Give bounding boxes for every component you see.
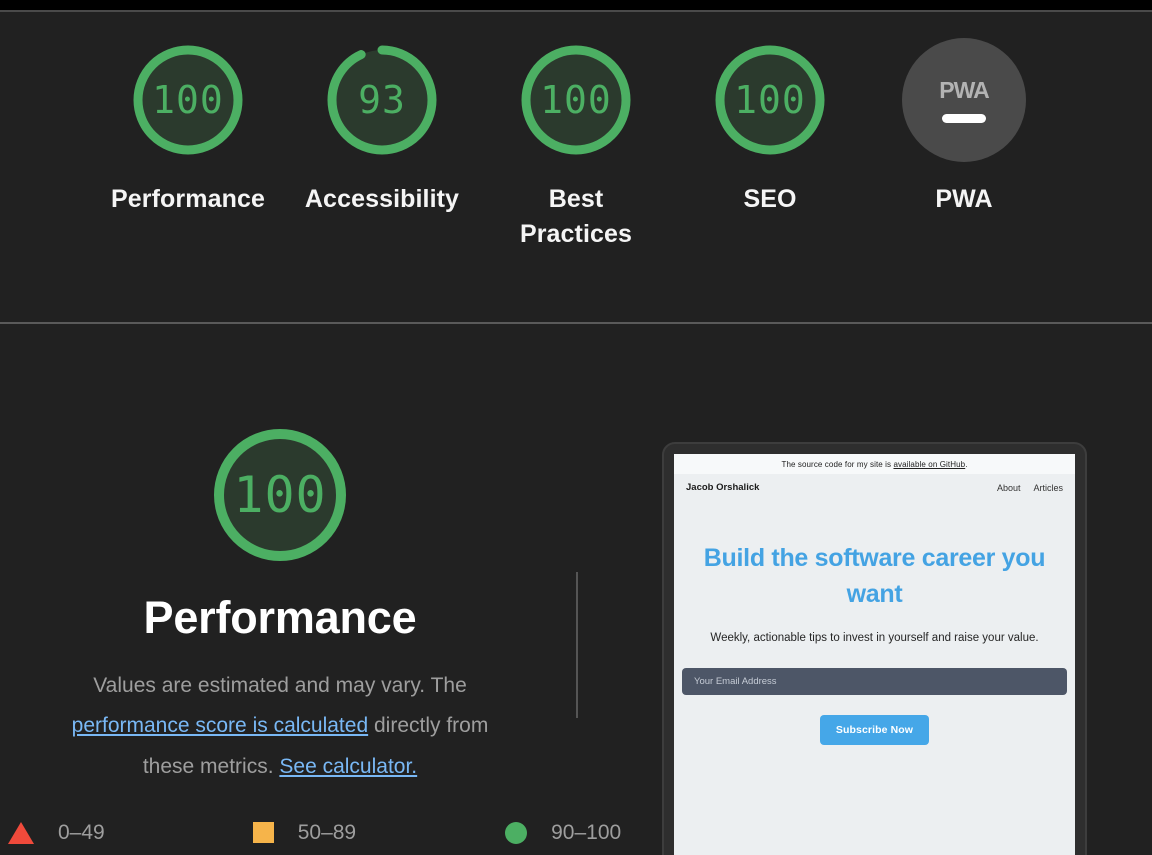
score-label-accessibility: Accessibility bbox=[304, 185, 460, 213]
preview-nav-links: About Articles bbox=[997, 483, 1063, 493]
legend-label-fail: 0–49 bbox=[58, 820, 105, 844]
score-category-accessibility[interactable]: 93 Accessibility bbox=[285, 38, 479, 217]
score-category-performance[interactable]: 100 Performance bbox=[91, 38, 285, 217]
score-legend: 0–49 50–89 90–100 bbox=[0, 810, 1152, 855]
preview-brand: Jacob Orshalick bbox=[686, 482, 760, 493]
score-label-best-practices: Best Practices bbox=[519, 185, 633, 248]
detail-gauge-value: 100 bbox=[233, 466, 327, 524]
window-top-bar bbox=[0, 0, 1152, 10]
preview-email-input[interactable]: Your Email Address bbox=[682, 668, 1067, 695]
triangle-icon bbox=[8, 821, 34, 844]
detail-gauge-performance: 100 bbox=[205, 420, 355, 570]
gauge-seo: 100 bbox=[708, 38, 832, 162]
legend-label-pass: 90–100 bbox=[551, 820, 622, 844]
preview-subscribe-row: Subscribe Now bbox=[674, 715, 1075, 745]
subscribe-now-button[interactable]: Subscribe Now bbox=[819, 715, 930, 745]
circle-icon bbox=[505, 821, 528, 844]
detail-title: Performance bbox=[143, 592, 417, 643]
preview-navbar: Jacob Orshalick About Articles bbox=[674, 474, 1075, 499]
detail-left-column: 100 Performance Values are estimated and… bbox=[0, 324, 560, 855]
performance-score-calculated-link[interactable]: performance score is calculated bbox=[72, 714, 368, 737]
preview-subheading: Weekly, actionable tips to invest in you… bbox=[710, 632, 1039, 644]
gauge-accessibility: 93 bbox=[320, 38, 444, 162]
description-text-part1: Values are estimated and may vary. The bbox=[93, 674, 467, 697]
github-link[interactable]: available on GitHub bbox=[893, 460, 965, 469]
legend-item-pass: 90–100 bbox=[505, 821, 621, 845]
gauge-value-best-practices: 100 bbox=[540, 78, 612, 122]
page-screenshot-preview: The source code for my site is available… bbox=[662, 442, 1087, 855]
report-page: 100 Performance 93 Accessibility 100 Bes… bbox=[0, 12, 1152, 855]
category-detail: 100 Performance Values are estimated and… bbox=[0, 324, 1152, 855]
legend-item-fail: 0–49 bbox=[8, 821, 105, 845]
legend-label-average: 50–89 bbox=[297, 820, 357, 844]
nav-link-about[interactable]: About bbox=[997, 483, 1021, 493]
pwa-badge-text: PWA bbox=[939, 77, 989, 103]
square-icon bbox=[252, 822, 274, 843]
gauge-value-seo: 100 bbox=[734, 78, 806, 122]
preview-source-banner: The source code for my site is available… bbox=[674, 454, 1075, 474]
lighthouse-report: 100 Performance 93 Accessibility 100 Bes… bbox=[0, 0, 1152, 855]
score-category-seo[interactable]: 100 SEO bbox=[673, 38, 867, 217]
score-category-best-practices[interactable]: 100 Best Practices bbox=[479, 38, 673, 251]
gauge-performance: 100 bbox=[126, 38, 250, 162]
vertical-divider bbox=[576, 572, 578, 718]
email-placeholder-text: Your Email Address bbox=[694, 676, 777, 687]
banner-prefix-text: The source code for my site is bbox=[781, 460, 894, 469]
score-category-pwa[interactable]: PWA PWA bbox=[867, 38, 1061, 217]
pwa-badge-icon: PWA bbox=[902, 38, 1026, 162]
gauge-best-practices: 100 bbox=[514, 38, 638, 162]
preview-hero-heading: Build the software career you want bbox=[703, 544, 1046, 608]
score-label-performance: Performance bbox=[111, 185, 265, 213]
score-label-seo: SEO bbox=[743, 185, 797, 213]
score-label-pwa: PWA bbox=[935, 185, 993, 213]
nav-link-articles[interactable]: Articles bbox=[1033, 483, 1063, 493]
gauge-value-performance: 100 bbox=[152, 78, 224, 122]
see-calculator-link[interactable]: See calculator. bbox=[279, 755, 417, 778]
preview-viewport: The source code for my site is available… bbox=[674, 454, 1075, 855]
pwa-null-dash-icon bbox=[942, 114, 986, 123]
detail-description: Values are estimated and may vary. The p… bbox=[45, 666, 515, 787]
score-summary: 100 Performance 93 Accessibility 100 Bes… bbox=[0, 12, 1152, 322]
banner-suffix-text: . bbox=[965, 460, 968, 469]
gauge-value-accessibility: 93 bbox=[358, 78, 406, 122]
legend-item-average: 50–89 bbox=[252, 820, 357, 845]
